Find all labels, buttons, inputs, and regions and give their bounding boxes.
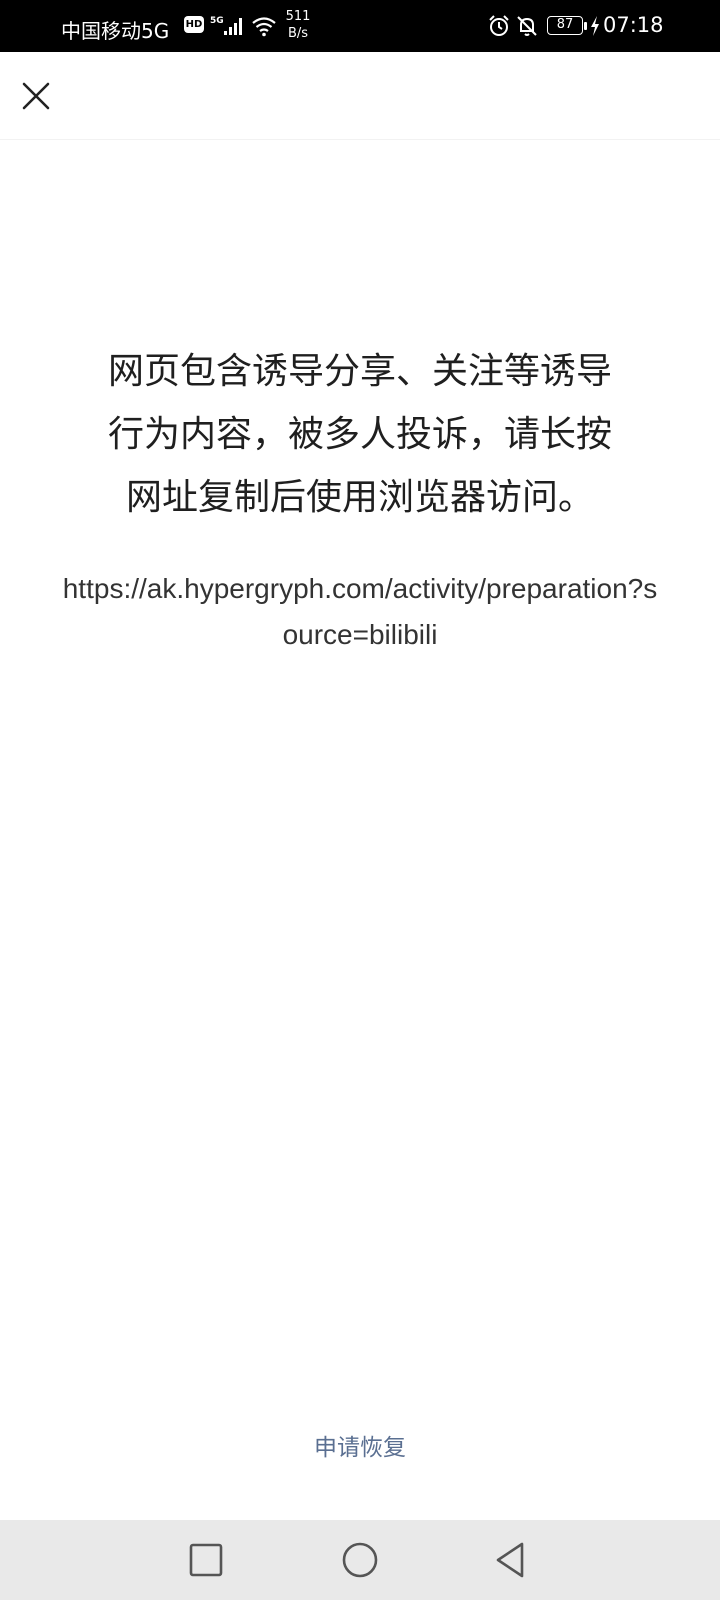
recent-apps-icon[interactable] bbox=[184, 1538, 228, 1582]
wifi-icon bbox=[252, 17, 276, 37]
message-line: 网址复制后使用浏览器访问。 bbox=[125, 477, 594, 518]
signal-icon: 5G bbox=[210, 16, 242, 35]
message-line: 行为内容，被多人投诉，请长按 bbox=[107, 414, 612, 455]
hd-badge: HD bbox=[184, 16, 204, 33]
blocked-url[interactable]: https://ak.hypergryph.com/activity/prepa… bbox=[60, 566, 660, 658]
home-icon[interactable] bbox=[338, 1538, 382, 1582]
navigation-bar bbox=[0, 1520, 720, 1600]
blocked-message: 网页包含诱导分享、关注等诱导 行为内容，被多人投诉，请长按 网址复制后使用浏览器… bbox=[60, 340, 660, 529]
battery-indicator: 87 bbox=[547, 16, 583, 35]
network-speed: 511 B/s bbox=[285, 9, 311, 41]
close-icon[interactable] bbox=[14, 74, 58, 118]
status-bar: 中国移动5G HD 5G 511 B/s 87 07:18 bbox=[0, 0, 720, 52]
charging-icon bbox=[591, 16, 599, 36]
apply-restore-link[interactable]: 申请恢复 bbox=[260, 1428, 460, 1462]
battery-tip bbox=[584, 22, 587, 30]
svg-text:5G: 5G bbox=[210, 16, 224, 26]
message-line: 网页包含诱导分享、关注等诱导 bbox=[107, 351, 612, 392]
alarm-icon bbox=[489, 15, 509, 36]
top-bar bbox=[0, 52, 720, 140]
back-icon[interactable] bbox=[490, 1538, 534, 1582]
mute-icon bbox=[517, 16, 537, 36]
carrier-label: 中国移动5G bbox=[61, 19, 170, 43]
clock: 07:18 bbox=[603, 13, 664, 37]
